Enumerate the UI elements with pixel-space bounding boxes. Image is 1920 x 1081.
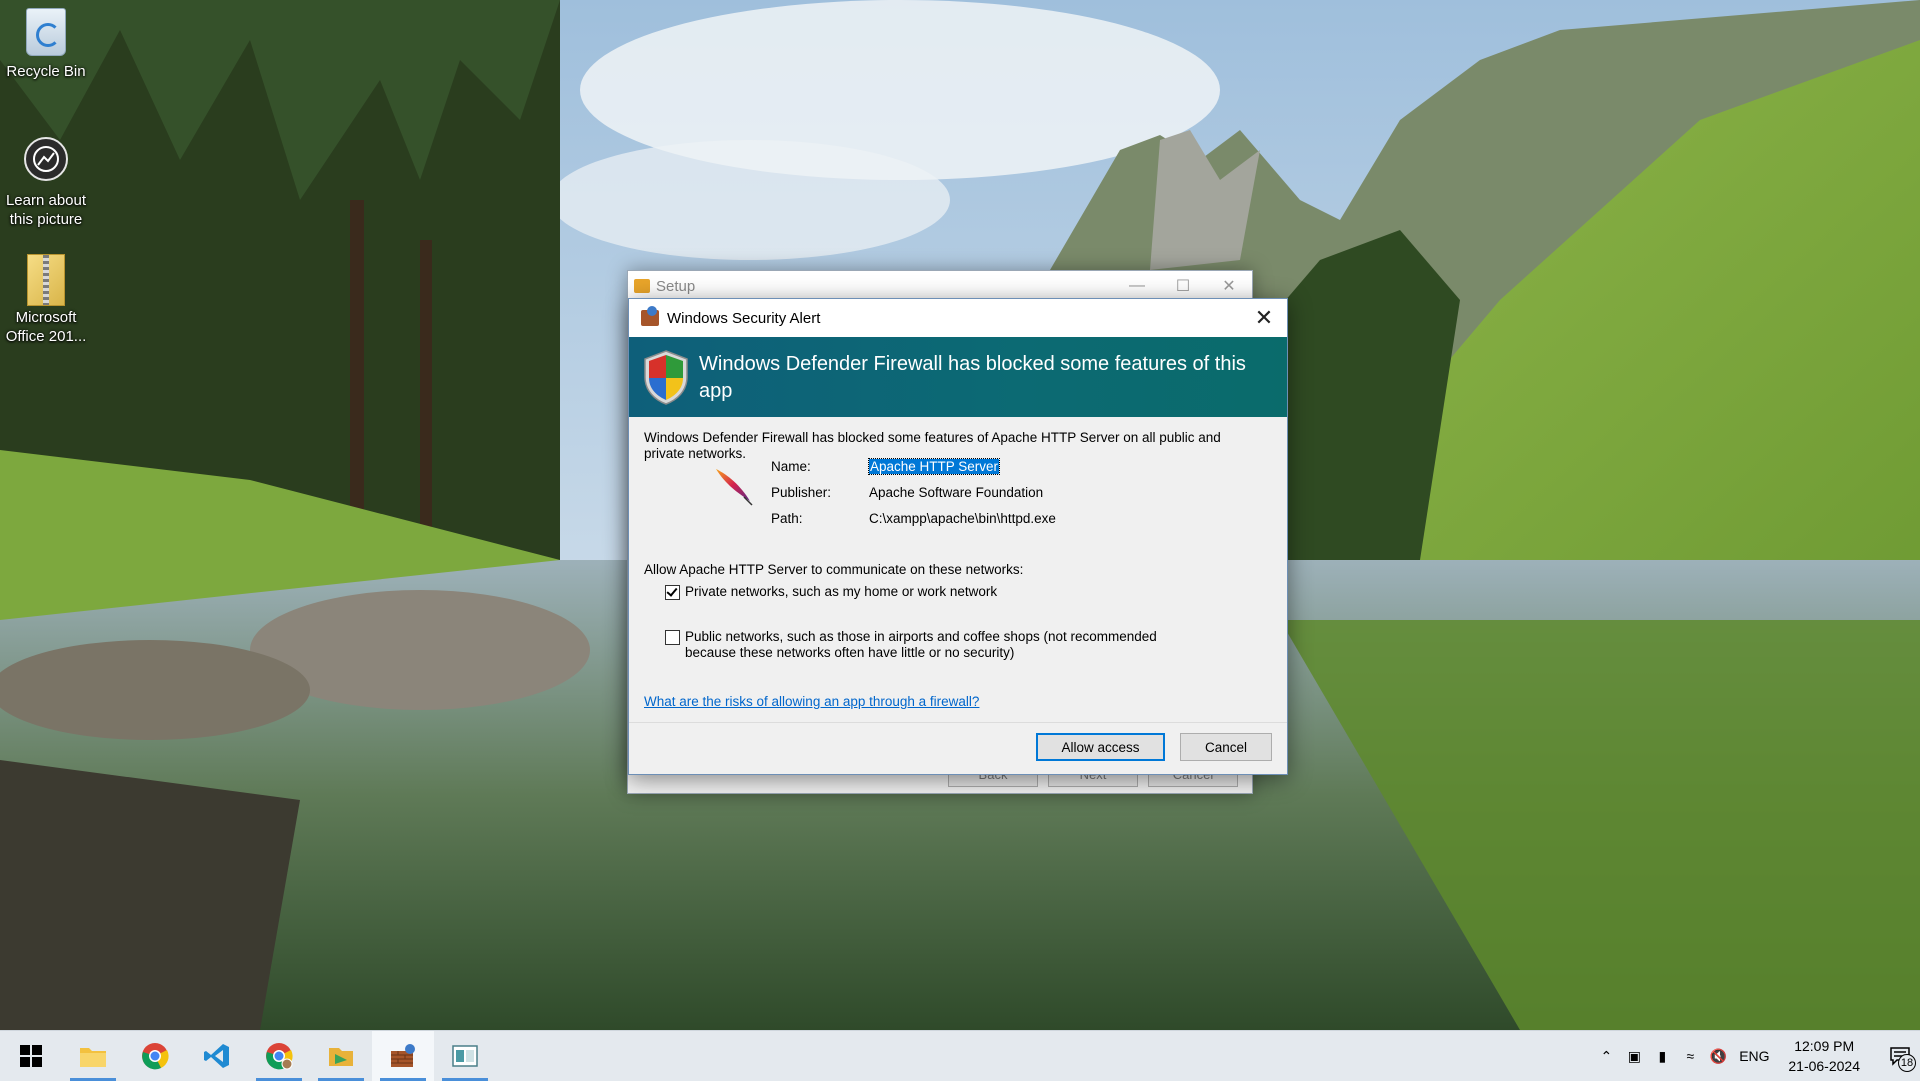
path-value: C:\xampp\apache\bin\httpd.exe xyxy=(869,511,1056,526)
allow-networks-label: Allow Apache HTTP Server to communicate … xyxy=(644,562,1024,577)
cancel-button[interactable]: Cancel xyxy=(1180,733,1272,761)
device-icon[interactable]: ▣ xyxy=(1620,1048,1648,1065)
shield-icon xyxy=(644,350,688,405)
firewall-icon xyxy=(391,1044,415,1067)
firewall-app-icon xyxy=(641,306,659,326)
chrome-icon xyxy=(142,1043,169,1070)
public-networks-checkbox[interactable] xyxy=(665,630,680,645)
clock[interactable]: 12:09 PM 21-06-2024 xyxy=(1788,1036,1860,1076)
alert-banner: Windows Defender Firewall has blocked so… xyxy=(629,337,1287,417)
recycle-bin-label: Recycle Bin xyxy=(6,63,86,80)
publisher-label: Publisher: xyxy=(771,485,832,500)
chrome-profile-icon xyxy=(266,1043,293,1070)
setup-title: Setup xyxy=(656,277,696,295)
microsoft-office-label: Microsoft Office 201... xyxy=(5,309,87,345)
setup-app-icon xyxy=(329,1048,353,1066)
folder-icon xyxy=(80,1048,106,1067)
learn-about-picture-icon[interactable]: Learn about this picture xyxy=(4,132,88,229)
close-icon[interactable]: ✕ xyxy=(1206,271,1252,301)
public-networks-option[interactable]: Public networks, such as those in airpor… xyxy=(665,629,1175,661)
vscode-taskbar-button[interactable] xyxy=(186,1031,248,1081)
clock-date: 21-06-2024 xyxy=(1788,1058,1860,1074)
alert-heading: Windows Defender Firewall has blocked so… xyxy=(699,353,1246,402)
chrome-profile-taskbar-button[interactable] xyxy=(248,1031,310,1081)
chevron-up-icon[interactable]: ⌃ xyxy=(1592,1048,1620,1065)
learn-about-picture-label: Learn about this picture xyxy=(5,192,87,228)
alert-titlebar[interactable]: Windows Security Alert ✕ xyxy=(629,299,1287,337)
notification-center-button[interactable]: 18 xyxy=(1880,1046,1920,1072)
private-networks-checkbox[interactable] xyxy=(665,585,680,600)
alert-body: Windows Defender Firewall has blocked so… xyxy=(629,417,1287,723)
apache-feather-icon xyxy=(716,469,753,506)
private-networks-label: Private networks, such as my home or wor… xyxy=(685,584,998,599)
close-icon[interactable]: ✕ xyxy=(1241,299,1287,337)
recycle-bin-icon[interactable]: Recycle Bin xyxy=(4,8,88,81)
terminal-taskbar-button[interactable] xyxy=(434,1031,496,1081)
trash-icon xyxy=(26,8,66,56)
notification-count-badge: 18 xyxy=(1898,1054,1916,1072)
start-button[interactable] xyxy=(0,1031,62,1081)
firewall-risks-link[interactable]: What are the risks of allowing an app th… xyxy=(644,694,979,709)
security-alert-dialog[interactable]: Windows Security Alert ✕ Windows Defende… xyxy=(628,298,1288,775)
publisher-value: Apache Software Foundation xyxy=(869,485,1044,500)
clock-time: 12:09 PM xyxy=(1794,1038,1855,1054)
zip-folder-icon xyxy=(27,254,65,306)
name-label: Name: xyxy=(771,459,811,474)
private-networks-option[interactable]: Private networks, such as my home or wor… xyxy=(665,584,1245,600)
public-networks-label: Public networks, such as those in airpor… xyxy=(685,629,1157,660)
language-indicator[interactable]: ENG xyxy=(1732,1048,1776,1064)
path-label: Path: xyxy=(771,511,803,526)
name-value: Apache HTTP Server xyxy=(867,458,1001,475)
vscode-icon xyxy=(204,1044,229,1068)
setup-app-icon xyxy=(634,279,650,293)
alert-intro-text: Windows Defender Firewall has blocked so… xyxy=(644,430,1221,461)
alert-footer: Allow access Cancel xyxy=(629,722,1287,774)
maximize-icon[interactable]: ☐ xyxy=(1160,271,1206,301)
alert-title: Windows Security Alert xyxy=(667,309,821,327)
windows-logo-icon xyxy=(20,1045,42,1067)
taskbar: ⌃ ▣ ▮ ≈ 🔇 ENG 12:09 PM 21-06-2024 18 xyxy=(0,1030,1920,1081)
minimize-icon[interactable]: — xyxy=(1114,271,1160,301)
volume-muted-icon[interactable]: 🔇 xyxy=(1704,1048,1732,1065)
microsoft-office-folder-icon[interactable]: Microsoft Office 201... xyxy=(4,254,88,346)
wifi-icon[interactable]: ≈ xyxy=(1676,1048,1704,1064)
chrome-taskbar-button[interactable] xyxy=(124,1031,186,1081)
camera-circle-icon xyxy=(24,137,68,181)
file-explorer-taskbar-button[interactable] xyxy=(62,1031,124,1081)
security-alert-taskbar-button[interactable] xyxy=(372,1031,434,1081)
allow-access-button[interactable]: Allow access xyxy=(1036,733,1165,761)
system-tray: ⌃ ▣ ▮ ≈ 🔇 ENG 12:09 PM 21-06-2024 18 xyxy=(1592,1031,1920,1081)
setup-titlebar[interactable]: Setup — ☐ ✕ xyxy=(628,271,1252,301)
setup-taskbar-button[interactable] xyxy=(310,1031,372,1081)
battery-icon[interactable]: ▮ xyxy=(1648,1048,1676,1065)
window-app-icon xyxy=(452,1045,478,1067)
